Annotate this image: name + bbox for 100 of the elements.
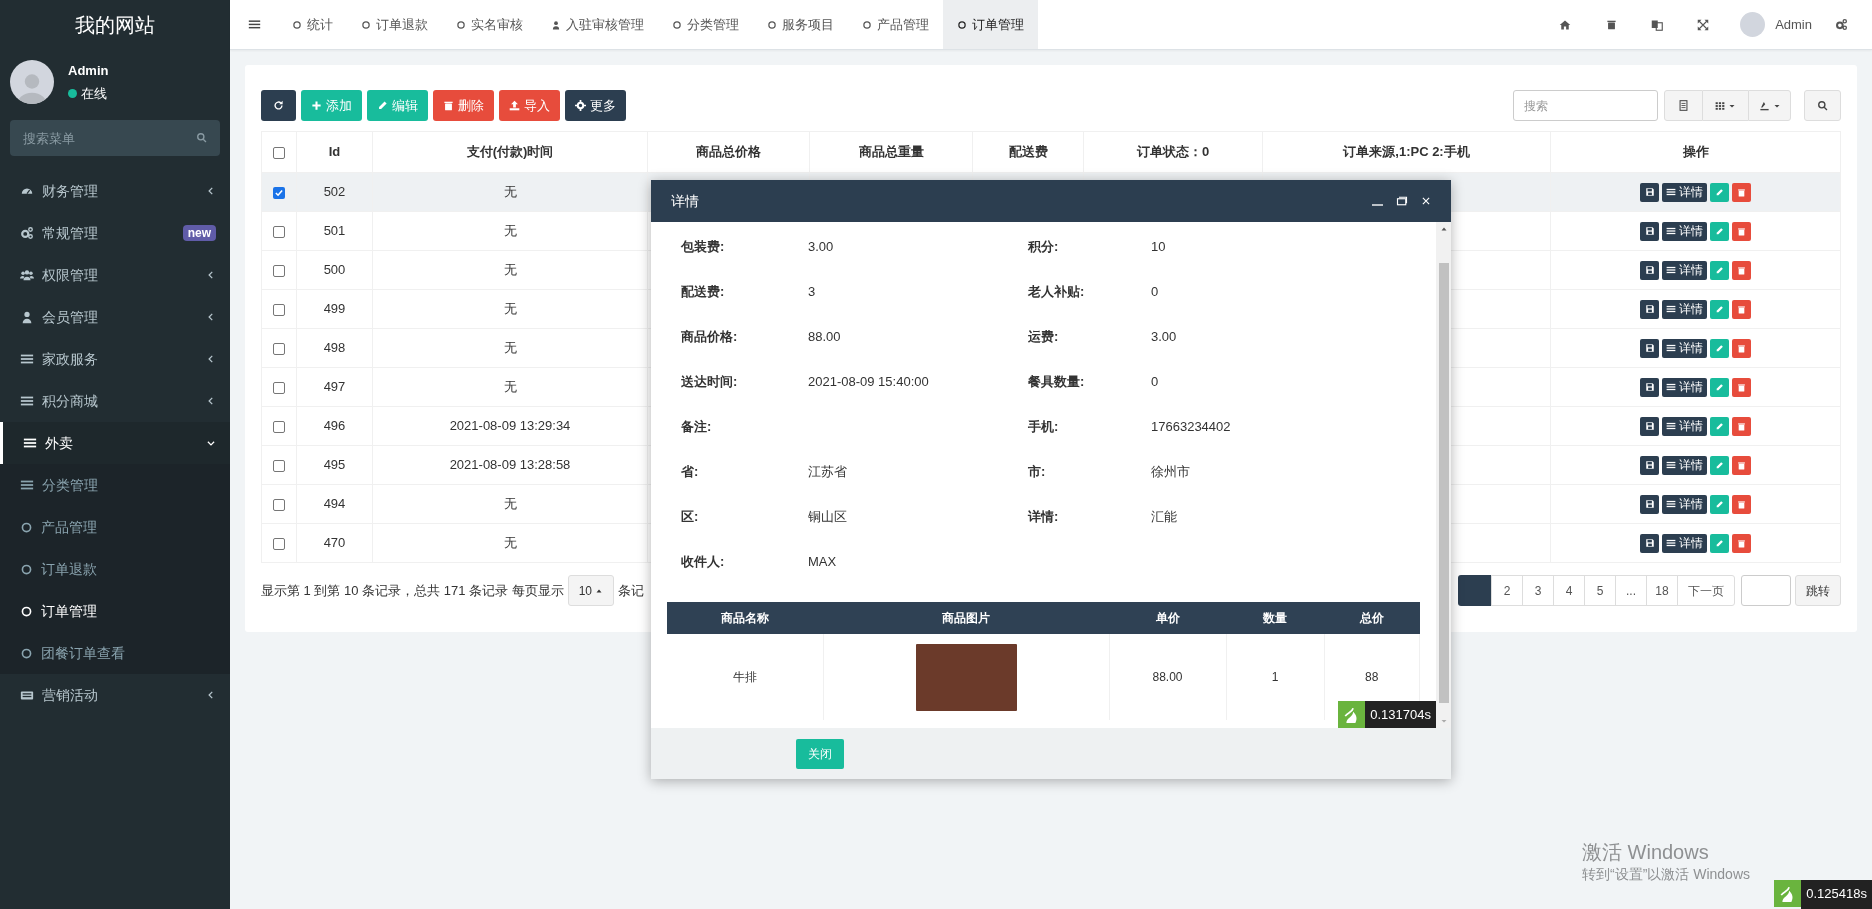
- detail-button[interactable]: 详情: [1662, 338, 1707, 358]
- page-link[interactable]: 4: [1553, 575, 1585, 606]
- delete-button[interactable]: [1732, 455, 1751, 475]
- page-link[interactable]: ...: [1615, 575, 1647, 606]
- row-checkbox[interactable]: [273, 381, 285, 394]
- save-button[interactable]: [1640, 455, 1659, 475]
- detail-button[interactable]: 详情: [1662, 455, 1707, 475]
- row-checkbox[interactable]: [273, 498, 285, 511]
- row-checkbox[interactable]: [273, 264, 285, 277]
- nav-tab[interactable]: 订单管理: [943, 0, 1038, 49]
- user-name[interactable]: Admin: [1775, 14, 1812, 35]
- sidebar-submenu-item[interactable]: 订单退款: [0, 548, 230, 590]
- import-button[interactable]: 导入: [499, 90, 560, 121]
- edit-button[interactable]: [1710, 494, 1729, 514]
- save-icon: [1644, 226, 1655, 236]
- detail-button[interactable]: 详情: [1662, 221, 1707, 241]
- sidebar-submenu-item[interactable]: 分类管理: [0, 464, 230, 506]
- sidebar-menu-item[interactable]: 权限管理: [0, 254, 230, 296]
- page-link[interactable]: 5: [1584, 575, 1616, 606]
- toggle-view-button[interactable]: [1664, 90, 1703, 121]
- page-number-field[interactable]: [1741, 575, 1791, 606]
- delete-button[interactable]: [1732, 182, 1751, 202]
- nav-tab[interactable]: 统计: [278, 0, 347, 49]
- edit-button[interactable]: [1710, 377, 1729, 397]
- table-cell: 500: [323, 262, 346, 278]
- delete-button[interactable]: [1732, 377, 1751, 397]
- delete-button[interactable]: [1732, 338, 1751, 358]
- nav-tab[interactable]: 分类管理: [658, 0, 753, 49]
- save-icon: [1644, 460, 1655, 470]
- edit-button[interactable]: [1710, 221, 1729, 241]
- columns-dropdown-button[interactable]: [1703, 90, 1748, 121]
- sidebar-menu-item[interactable]: 财务管理: [0, 170, 230, 212]
- nav-tab[interactable]: 服务项目: [753, 0, 848, 49]
- row-checkbox[interactable]: [273, 420, 285, 433]
- list-icon: [1666, 226, 1676, 236]
- sidebar-menu-item[interactable]: 营销活动: [0, 674, 230, 716]
- row-checkbox[interactable]: [273, 459, 285, 472]
- detail-button[interactable]: 详情: [1662, 182, 1707, 202]
- row-checkbox[interactable]: [273, 537, 285, 550]
- menu-search-field[interactable]: 搜索菜单: [10, 120, 220, 156]
- page-link[interactable]: 3: [1522, 575, 1554, 606]
- page-link[interactable]: 18: [1646, 575, 1678, 606]
- sidebar-submenu-item[interactable]: 团餐订单查看: [0, 632, 230, 674]
- next-page-link[interactable]: 下一页: [1677, 575, 1735, 606]
- delete-button[interactable]: 删除: [433, 90, 494, 121]
- close-icon: [1421, 196, 1431, 206]
- sidebar-menu-item[interactable]: 常规管理 new: [0, 212, 230, 254]
- save-button[interactable]: [1640, 260, 1659, 280]
- edit-button[interactable]: [1710, 260, 1729, 280]
- more-button[interactable]: 更多: [565, 90, 626, 121]
- detail-button[interactable]: 详情: [1662, 533, 1707, 553]
- edit-button[interactable]: [1710, 338, 1729, 358]
- sidebar-menu-item[interactable]: 会员管理: [0, 296, 230, 338]
- column-header: 订单状态：0: [1136, 144, 1210, 160]
- save-button[interactable]: [1640, 338, 1659, 358]
- page-link[interactable]: 2: [1491, 575, 1523, 606]
- nav-tab[interactable]: 产品管理: [848, 0, 943, 49]
- delete-button[interactable]: [1732, 299, 1751, 319]
- row-checkbox[interactable]: [273, 225, 285, 238]
- row-checkbox[interactable]: [273, 303, 285, 316]
- jump-button[interactable]: 跳转: [1795, 575, 1841, 606]
- delete-button[interactable]: [1732, 260, 1751, 280]
- current-page[interactable]: [1458, 575, 1492, 606]
- delete-button[interactable]: [1732, 221, 1751, 241]
- sidebar-menu-item[interactable]: 积分商城: [0, 380, 230, 422]
- detail-button[interactable]: 详情: [1662, 416, 1707, 436]
- edit-button[interactable]: [1710, 416, 1729, 436]
- save-button[interactable]: [1640, 299, 1659, 319]
- sidebar-menu-item[interactable]: 外卖: [0, 422, 230, 464]
- nav-tab[interactable]: 入驻审核管理: [537, 0, 658, 49]
- detail-button[interactable]: 详情: [1662, 299, 1707, 319]
- refresh-button[interactable]: [261, 90, 296, 121]
- edit-button[interactable]: [1710, 182, 1729, 202]
- nav-tab[interactable]: 实名审核: [442, 0, 537, 49]
- scrollbar[interactable]: [1436, 222, 1451, 728]
- edit-button[interactable]: [1710, 533, 1729, 553]
- nav-tab[interactable]: 订单退款: [347, 0, 442, 49]
- sidebar-submenu-item[interactable]: 订单管理: [0, 590, 230, 632]
- save-button[interactable]: [1640, 182, 1659, 202]
- page-size-dropdown[interactable]: 10: [567, 575, 615, 606]
- save-button[interactable]: [1640, 494, 1659, 514]
- save-button[interactable]: [1640, 221, 1659, 241]
- search-field[interactable]: 搜索: [1513, 90, 1658, 121]
- sidebar-submenu-item[interactable]: 产品管理: [0, 506, 230, 548]
- search-button[interactable]: [1804, 90, 1841, 121]
- detail-button[interactable]: 详情: [1662, 260, 1707, 280]
- save-button[interactable]: [1640, 377, 1659, 397]
- delete-button[interactable]: [1732, 494, 1751, 514]
- edit-button[interactable]: [1710, 455, 1729, 475]
- save-button[interactable]: [1640, 416, 1659, 436]
- delete-button[interactable]: [1732, 416, 1751, 436]
- row-checkbox[interactable]: [273, 342, 285, 355]
- row-checkbox[interactable]: [273, 186, 285, 199]
- save-button[interactable]: [1640, 533, 1659, 553]
- sidebar-menu-item[interactable]: 家政服务: [0, 338, 230, 380]
- select-all-checkbox[interactable]: [273, 146, 285, 159]
- detail-button[interactable]: 详情: [1662, 494, 1707, 514]
- delete-button[interactable]: [1732, 533, 1751, 553]
- detail-button[interactable]: 详情: [1662, 377, 1707, 397]
- edit-button[interactable]: [1710, 299, 1729, 319]
